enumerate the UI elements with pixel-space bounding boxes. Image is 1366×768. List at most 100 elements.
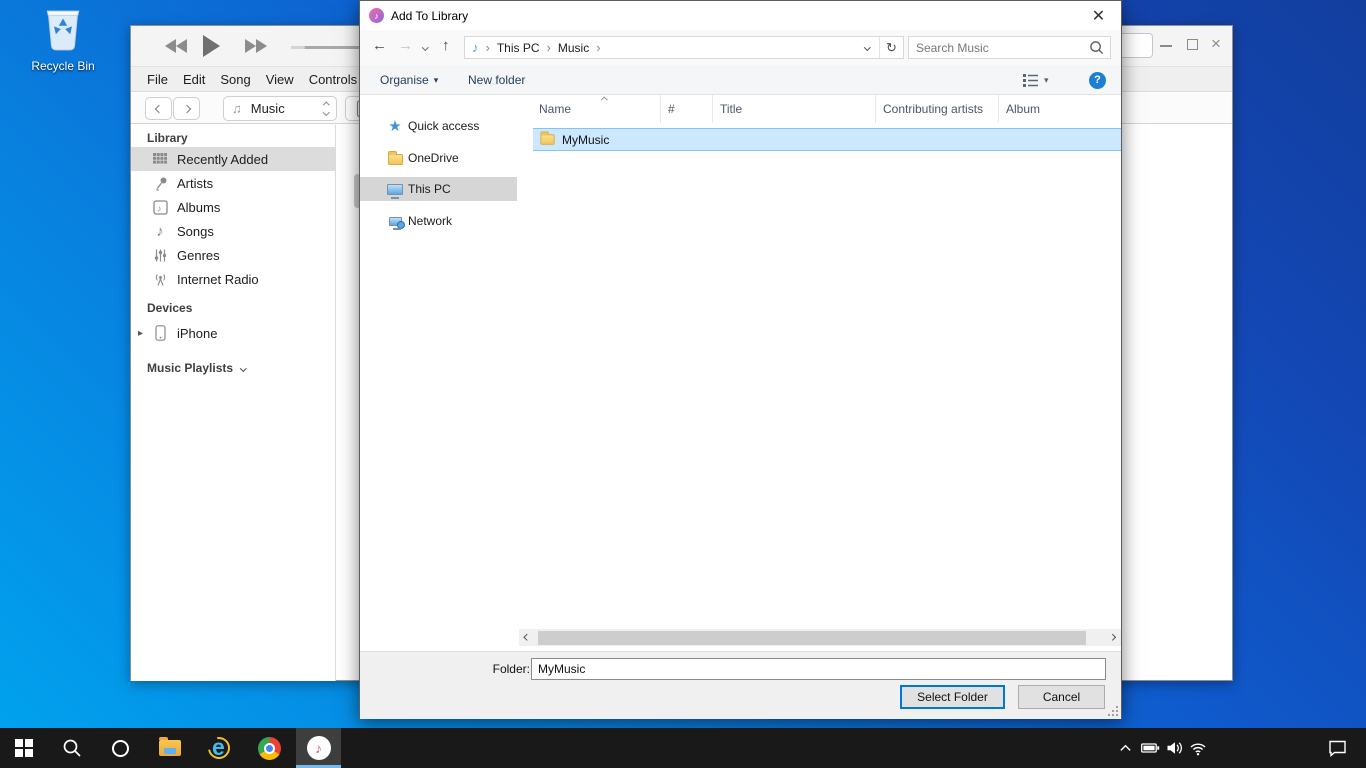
file-name: MyMusic bbox=[562, 133, 609, 147]
devices-header: Devices bbox=[147, 301, 192, 315]
beamed-note-icon: ♫ bbox=[232, 101, 242, 116]
music-playlists-header[interactable]: Music Playlists bbox=[147, 361, 246, 375]
sidebar-item-artists[interactable]: Artists bbox=[131, 171, 336, 195]
address-bar[interactable]: ♪ › This PC › Music › ↻ bbox=[464, 36, 904, 59]
forward-arrow-icon[interactable]: → bbox=[398, 37, 413, 54]
chevron-up-icon bbox=[1119, 742, 1132, 754]
close-icon[interactable]: ✕ bbox=[1076, 1, 1121, 30]
sidebar-item-songs[interactable]: ♪ Songs bbox=[131, 219, 336, 243]
search-input[interactable] bbox=[909, 41, 1089, 55]
file-row-mymusic[interactable]: MyMusic bbox=[533, 128, 1121, 151]
wifi-icon bbox=[1189, 741, 1207, 756]
sidebar-item-iphone[interactable]: ▸ iPhone bbox=[131, 321, 336, 345]
search-icon[interactable] bbox=[1089, 40, 1104, 55]
maximize-icon[interactable] bbox=[1187, 39, 1198, 50]
refresh-icon[interactable]: ↻ bbox=[879, 37, 903, 58]
back-arrow-icon[interactable]: ← bbox=[372, 37, 387, 54]
scrollbar-thumb[interactable] bbox=[538, 631, 1086, 645]
radio-antenna-icon bbox=[151, 272, 169, 287]
folder-name-input[interactable] bbox=[531, 658, 1106, 680]
sidebar-item-genres[interactable]: Genres bbox=[131, 243, 336, 267]
recent-locations-chevron-icon[interactable] bbox=[422, 44, 428, 50]
battery-indicator[interactable] bbox=[1138, 728, 1162, 768]
sidebar-item-albums[interactable]: ♪ Albums bbox=[131, 195, 336, 219]
taskbar: e ♪ bbox=[0, 728, 1366, 768]
grid-icon bbox=[151, 153, 169, 166]
scroll-left-arrow-icon[interactable] bbox=[519, 629, 536, 646]
column-album[interactable]: Album bbox=[999, 95, 1121, 123]
sidebar-item-label: iPhone bbox=[177, 326, 217, 341]
dialog-toolbar: Organise ▾ New folder ▾ ? bbox=[360, 65, 1121, 95]
volume-indicator[interactable] bbox=[1162, 728, 1186, 768]
close-icon[interactable]: × bbox=[1211, 34, 1221, 54]
sidebar-item-label: Albums bbox=[177, 200, 220, 215]
place-network[interactable]: Network bbox=[360, 209, 517, 233]
help-button[interactable]: ? bbox=[1089, 65, 1106, 95]
horizontal-scrollbar[interactable] bbox=[519, 629, 1121, 646]
up-arrow-icon[interactable]: ↑ bbox=[442, 37, 450, 54]
tray-expand-button[interactable] bbox=[1114, 728, 1136, 768]
breadcrumb-separator-icon[interactable]: › bbox=[486, 40, 490, 55]
list-view-icon bbox=[1022, 72, 1039, 88]
library-selector-value: Music bbox=[251, 101, 285, 116]
action-center-icon bbox=[1328, 739, 1347, 757]
rewind-button[interactable] bbox=[165, 39, 187, 53]
sidebar-item-label: Recently Added bbox=[177, 152, 268, 167]
breadcrumb-separator-icon[interactable]: › bbox=[547, 40, 551, 55]
microphone-icon bbox=[151, 176, 169, 191]
back-button[interactable] bbox=[145, 97, 172, 120]
menu-edit[interactable]: Edit bbox=[183, 72, 205, 87]
sidebar-item-recently-added[interactable]: Recently Added bbox=[131, 147, 336, 171]
chrome-button[interactable] bbox=[248, 728, 290, 768]
dialog-body: ★ Quick access OneDrive This PC Network … bbox=[360, 95, 1121, 651]
organise-button[interactable]: Organise ▾ bbox=[380, 65, 438, 95]
place-this-pc[interactable]: This PC bbox=[360, 177, 517, 201]
dialog-navbar: ← → ↑ ♪ › This PC › Music › ↻ bbox=[360, 30, 1121, 65]
internet-explorer-button[interactable]: e bbox=[199, 728, 241, 768]
menu-file[interactable]: File bbox=[147, 72, 168, 87]
action-center-button[interactable] bbox=[1322, 728, 1352, 768]
breadcrumb-this-pc[interactable]: This PC bbox=[497, 41, 540, 55]
new-folder-button[interactable]: New folder bbox=[468, 65, 525, 95]
forward-button[interactable] bbox=[173, 97, 200, 120]
recycle-bin[interactable]: Recycle Bin bbox=[22, 8, 104, 73]
menu-song[interactable]: Song bbox=[220, 72, 250, 87]
minimize-icon[interactable] bbox=[1160, 45, 1172, 47]
fast-forward-button[interactable] bbox=[245, 39, 267, 53]
view-mode-button[interactable]: ▾ bbox=[1022, 65, 1049, 95]
breadcrumb-music[interactable]: Music bbox=[558, 41, 589, 55]
disclosure-triangle-icon[interactable]: ▸ bbox=[138, 328, 143, 339]
faders-icon bbox=[151, 248, 169, 263]
breadcrumb-separator-icon[interactable]: › bbox=[596, 40, 600, 55]
column-number[interactable]: # bbox=[661, 95, 713, 123]
menu-controls[interactable]: Controls bbox=[309, 72, 357, 87]
menu-view[interactable]: View bbox=[266, 72, 294, 87]
file-explorer-button[interactable] bbox=[150, 728, 190, 768]
scroll-right-arrow-icon[interactable] bbox=[1104, 629, 1121, 646]
play-button[interactable] bbox=[203, 35, 220, 57]
sidebar-item-internet-radio[interactable]: Internet Radio bbox=[131, 267, 336, 291]
address-dropdown-chevron-icon[interactable] bbox=[855, 45, 879, 50]
sidebar-item-label: Internet Radio bbox=[177, 272, 259, 287]
itunes-taskbar-button[interactable]: ♪ bbox=[296, 728, 341, 768]
resize-grip[interactable] bbox=[1116, 714, 1119, 717]
select-folder-button[interactable]: Select Folder bbox=[900, 685, 1005, 709]
column-contributing-artists[interactable]: Contributing artists bbox=[876, 95, 999, 123]
place-quick-access[interactable]: ★ Quick access bbox=[360, 114, 517, 138]
start-button[interactable] bbox=[4, 728, 44, 768]
taskbar-search-button[interactable] bbox=[52, 728, 92, 768]
cancel-button[interactable]: Cancel bbox=[1018, 685, 1105, 709]
place-label: Network bbox=[408, 214, 452, 228]
library-selector[interactable]: ♫ Music bbox=[223, 96, 337, 121]
place-onedrive[interactable]: OneDrive bbox=[360, 146, 517, 170]
cortana-button[interactable] bbox=[100, 728, 140, 768]
wifi-indicator[interactable] bbox=[1186, 728, 1210, 768]
cortana-icon bbox=[112, 740, 129, 757]
dropdown-caret-icon: ▾ bbox=[1044, 75, 1049, 86]
column-name[interactable]: Name bbox=[532, 95, 661, 123]
organise-label: Organise bbox=[380, 73, 429, 87]
sidebar-item-label: Artists bbox=[177, 176, 213, 191]
library-header: Library bbox=[147, 131, 188, 145]
column-title[interactable]: Title bbox=[713, 95, 876, 123]
itunes-icon: ♪ bbox=[307, 736, 331, 760]
